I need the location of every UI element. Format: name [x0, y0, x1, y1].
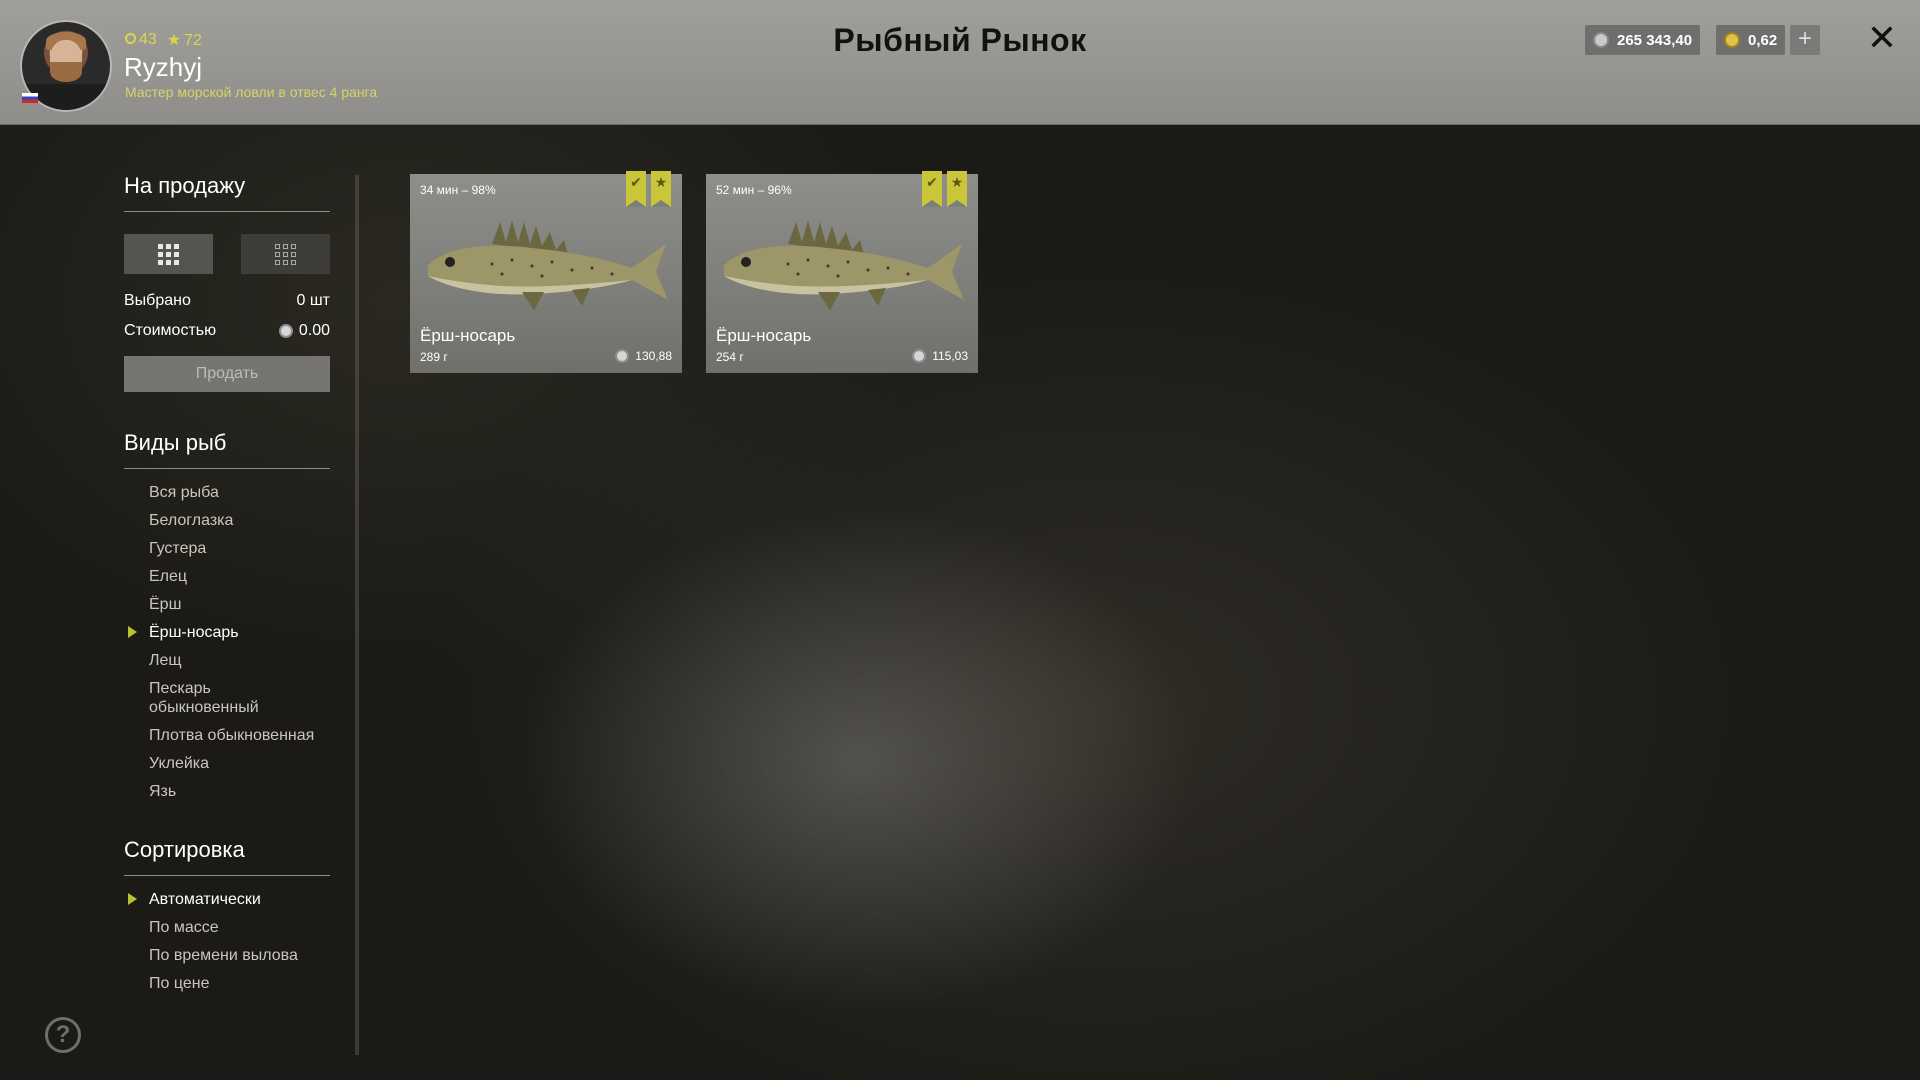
check-badge-icon: ✔: [922, 171, 942, 207]
sort-item-label: Автоматически: [149, 891, 261, 908]
species-item-selected[interactable]: Ёрш-носарь: [124, 623, 330, 642]
silver-balance: 265 343,40: [1585, 25, 1701, 55]
sort-item[interactable]: По времени вылова: [124, 946, 330, 965]
silver-coin-icon: [615, 349, 630, 363]
check-badge-icon: ✔: [626, 171, 646, 207]
sort-item[interactable]: По цене: [124, 974, 330, 993]
ruffe-fish-image: [428, 220, 668, 310]
ruffe-fish-image: [724, 220, 964, 310]
species-item[interactable]: Густера: [124, 539, 330, 558]
species-item-label: Ёрш-носарь: [149, 624, 239, 641]
species-item-label: Елец: [149, 568, 188, 585]
cost-label: Стоимостью: [124, 322, 217, 339]
species-item[interactable]: Елец: [124, 567, 330, 586]
large-grid-view-button[interactable]: [124, 234, 213, 274]
help-button[interactable]: ?: [45, 1017, 81, 1053]
species-item[interactable]: Язь: [124, 782, 330, 801]
species-item-label: Ёрш: [149, 596, 182, 613]
top-bar: 43 ★ 72 Ryzhyj Мастер морской ловли в отв…: [0, 0, 1920, 125]
selected-arrow-icon: [128, 626, 137, 638]
fish-name: Ёрш-носарь: [420, 326, 516, 345]
star-badge-icon: ★: [947, 171, 967, 207]
sell-button[interactable]: Продать: [124, 356, 330, 392]
selected-arrow-icon: [128, 893, 137, 905]
fish-name: Ёрш-носарь: [716, 326, 812, 345]
species-item-label: Уклейка: [149, 755, 210, 772]
silver-coin-icon: [278, 324, 293, 338]
species-title: Виды рыб: [124, 430, 330, 469]
selected-value: 0 шт: [296, 292, 330, 309]
species-item[interactable]: Пескарь обыкновенный: [124, 679, 289, 717]
species-item-label: Плотва обыкновенная: [149, 727, 315, 744]
sort-item-label: По массе: [149, 919, 219, 936]
species-item-label: Густера: [149, 540, 207, 557]
player-rank: Мастер морской ловли в отвес 4 ранга: [125, 84, 378, 100]
species-item-label: Вся рыба: [149, 484, 219, 501]
sort-item[interactable]: По массе: [124, 918, 330, 937]
species-item[interactable]: Лещ: [124, 651, 330, 670]
sidebar: На продажу Выбрано 0 шт Стоимостью 0.00 …: [124, 125, 330, 1002]
sort-list: Автоматически По массе По времени вылова…: [124, 890, 330, 993]
grid-outline-icon: [275, 243, 296, 265]
gold-value: 0,62: [1748, 31, 1778, 49]
gold-balance: 0,62: [1716, 25, 1786, 55]
cost-value: 0.00: [298, 322, 330, 339]
sort-item-label: По цене: [149, 975, 210, 992]
silver-coin-icon: [1593, 32, 1609, 48]
catch-time: 52 мин – 96%: [716, 183, 792, 197]
species-item-label: Пескарь обыкновенный: [149, 680, 259, 716]
catch-time: 34 мин – 98%: [420, 183, 496, 197]
fish-card[interactable]: 34 мин – 98% ✔ ★ Ёрш-носарь 289 г 130,88: [410, 171, 682, 373]
gold-coin-icon: [1724, 32, 1740, 48]
sort-item-label: По времени вылова: [149, 947, 298, 964]
species-item-label: Лещ: [149, 652, 182, 669]
selected-label: Выбрано: [124, 292, 191, 309]
grid-icon: [158, 243, 179, 265]
silver-coin-icon: [912, 349, 927, 363]
species-item-label: Белоглазка: [149, 512, 234, 529]
fish-price-value: 115,03: [932, 349, 968, 363]
silver-value: 265 343,40: [1617, 31, 1693, 49]
fish-card[interactable]: 52 мин – 96% ✔ ★ Ёрш-носарь 254 г 115,03: [706, 171, 978, 373]
species-item[interactable]: Уклейка: [124, 754, 330, 773]
close-button[interactable]: ✕: [1864, 20, 1900, 56]
russia-flag-icon: [22, 93, 38, 103]
fish-weight: 254 г: [716, 350, 744, 364]
species-list: Вся рыба Белоглазка Густера Елец Ёрш Ёрш…: [124, 483, 330, 801]
species-item-label: Язь: [149, 783, 177, 800]
selected-row: Выбрано 0 шт: [124, 292, 330, 310]
species-item[interactable]: Вся рыба: [124, 483, 330, 502]
sale-title: На продажу: [124, 173, 330, 212]
add-gold-button[interactable]: +: [1790, 25, 1820, 55]
species-item[interactable]: Белоглазка: [124, 511, 330, 530]
species-item[interactable]: Плотва обыкновенная: [124, 726, 330, 745]
sort-item-selected[interactable]: Автоматически: [124, 890, 330, 909]
sidebar-divider: [355, 175, 359, 1055]
fish-price: 130,88: [615, 349, 672, 363]
sort-title: Сортировка: [124, 837, 330, 876]
fish-price: 115,03: [912, 349, 968, 363]
star-badge-icon: ★: [651, 171, 671, 207]
fish-price-value: 130,88: [635, 349, 672, 363]
small-grid-view-button[interactable]: [241, 234, 330, 274]
cost-row: Стоимостью 0.00: [124, 322, 330, 340]
fish-weight: 289 г: [420, 350, 448, 364]
species-item[interactable]: Ёрш: [124, 595, 330, 614]
